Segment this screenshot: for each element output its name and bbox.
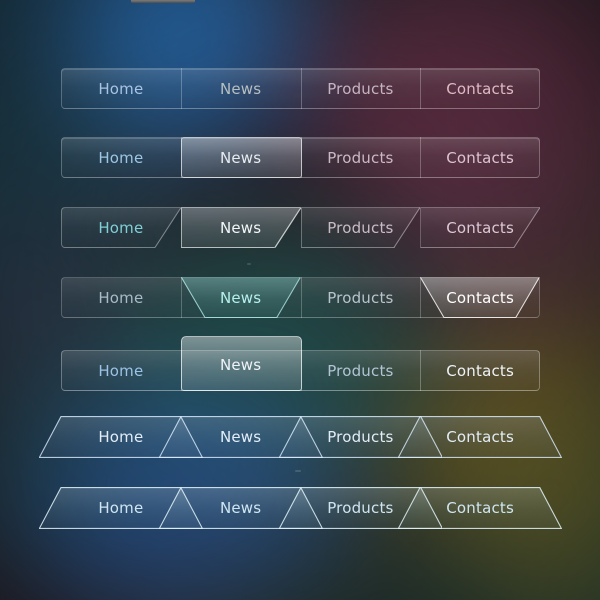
navbar-1: Home News Products Contacts (61, 68, 540, 109)
navbar-7-tab-contacts[interactable]: Contacts (398, 487, 562, 529)
navbar-4: Home News Products Contacts (61, 277, 540, 318)
tab-label: Products (327, 288, 394, 307)
navbar-2-tab-home[interactable]: Home (61, 137, 181, 178)
tab-label: Products (327, 428, 394, 446)
navbar-3-tab-news[interactable]: News (181, 207, 301, 248)
navbar-7: Home News Products Contacts (39, 487, 562, 529)
tab-label: Home (98, 361, 144, 380)
tab-label: News (219, 288, 262, 307)
tab-label: Home (98, 288, 144, 307)
navbar-1-tab-contacts[interactable]: Contacts (420, 68, 540, 109)
navbar-1-tab-news[interactable]: News (180, 68, 301, 109)
navbar-5-tab-contacts[interactable]: Contacts (420, 350, 540, 391)
tab-label: Products (327, 148, 394, 167)
bokeh-magenta (300, 0, 600, 220)
navbar-6: Home News Products Contacts (39, 416, 562, 458)
tab-label: Products (327, 499, 394, 517)
navbar-5: Home News Products Contacts (61, 336, 540, 391)
tab-label: News (219, 148, 262, 167)
navbar-6-tab-contacts[interactable]: Contacts (398, 416, 562, 458)
navbar-2-tab-products[interactable]: Products (300, 137, 421, 178)
navbar-3: Home News Products Contacts (61, 207, 540, 248)
navbar-4-tab-home[interactable]: Home (61, 277, 181, 318)
navbar-4-tab-products[interactable]: Products (300, 277, 421, 318)
tab-label: Products (327, 218, 394, 237)
navbar-2-tab-news[interactable]: News (180, 137, 302, 178)
navbar-1-tab-home[interactable]: Home (61, 68, 181, 109)
navbar-3-tab-products[interactable]: Products (301, 207, 421, 248)
navbar-5-tab-home[interactable]: Home (61, 350, 181, 391)
navbar-4-tab-contacts[interactable]: Contacts (420, 277, 540, 318)
tab-label: News (219, 218, 262, 237)
ui-kit-canvas: Home News Products Contacts Home News Pr… (0, 0, 600, 600)
navbar-3-tab-home[interactable]: Home (61, 207, 181, 248)
navbar-3-tab-contacts[interactable]: Contacts (420, 207, 540, 248)
tab-label: News (219, 356, 262, 374)
tab-label: Home (98, 148, 144, 167)
tab-label: Contacts (446, 79, 515, 98)
tab-label: Products (327, 79, 394, 98)
tab-label: Home (98, 218, 144, 237)
tab-label: Home (98, 428, 144, 446)
tab-label: Contacts (446, 499, 515, 517)
navbar-5-tab-products[interactable]: Products (300, 350, 421, 391)
tab-label: Contacts (446, 288, 515, 307)
tab-label: Contacts (446, 428, 515, 446)
tab-label: Home (98, 79, 144, 98)
tab-label: Contacts (446, 361, 515, 380)
tab-label: Products (327, 361, 394, 380)
top-clipped-strip (131, 0, 195, 3)
tab-label: Contacts (446, 148, 515, 167)
navbar-2-tab-contacts[interactable]: Contacts (420, 137, 540, 178)
bokeh-dark-2 (230, 520, 510, 600)
navbar-4-tab-news[interactable]: News (180, 277, 301, 318)
navbar-2: Home News Products Contacts (61, 137, 540, 178)
background-speck (295, 470, 301, 472)
tab-label: News (219, 428, 262, 446)
background-speck (247, 263, 251, 265)
tab-label: News (219, 499, 262, 517)
navbar-5-tab-news[interactable]: News (180, 336, 302, 391)
navbar-1-tab-products[interactable]: Products (300, 68, 421, 109)
tab-label: Contacts (446, 218, 515, 237)
tab-label: Home (98, 499, 144, 517)
tab-label: News (219, 79, 262, 98)
